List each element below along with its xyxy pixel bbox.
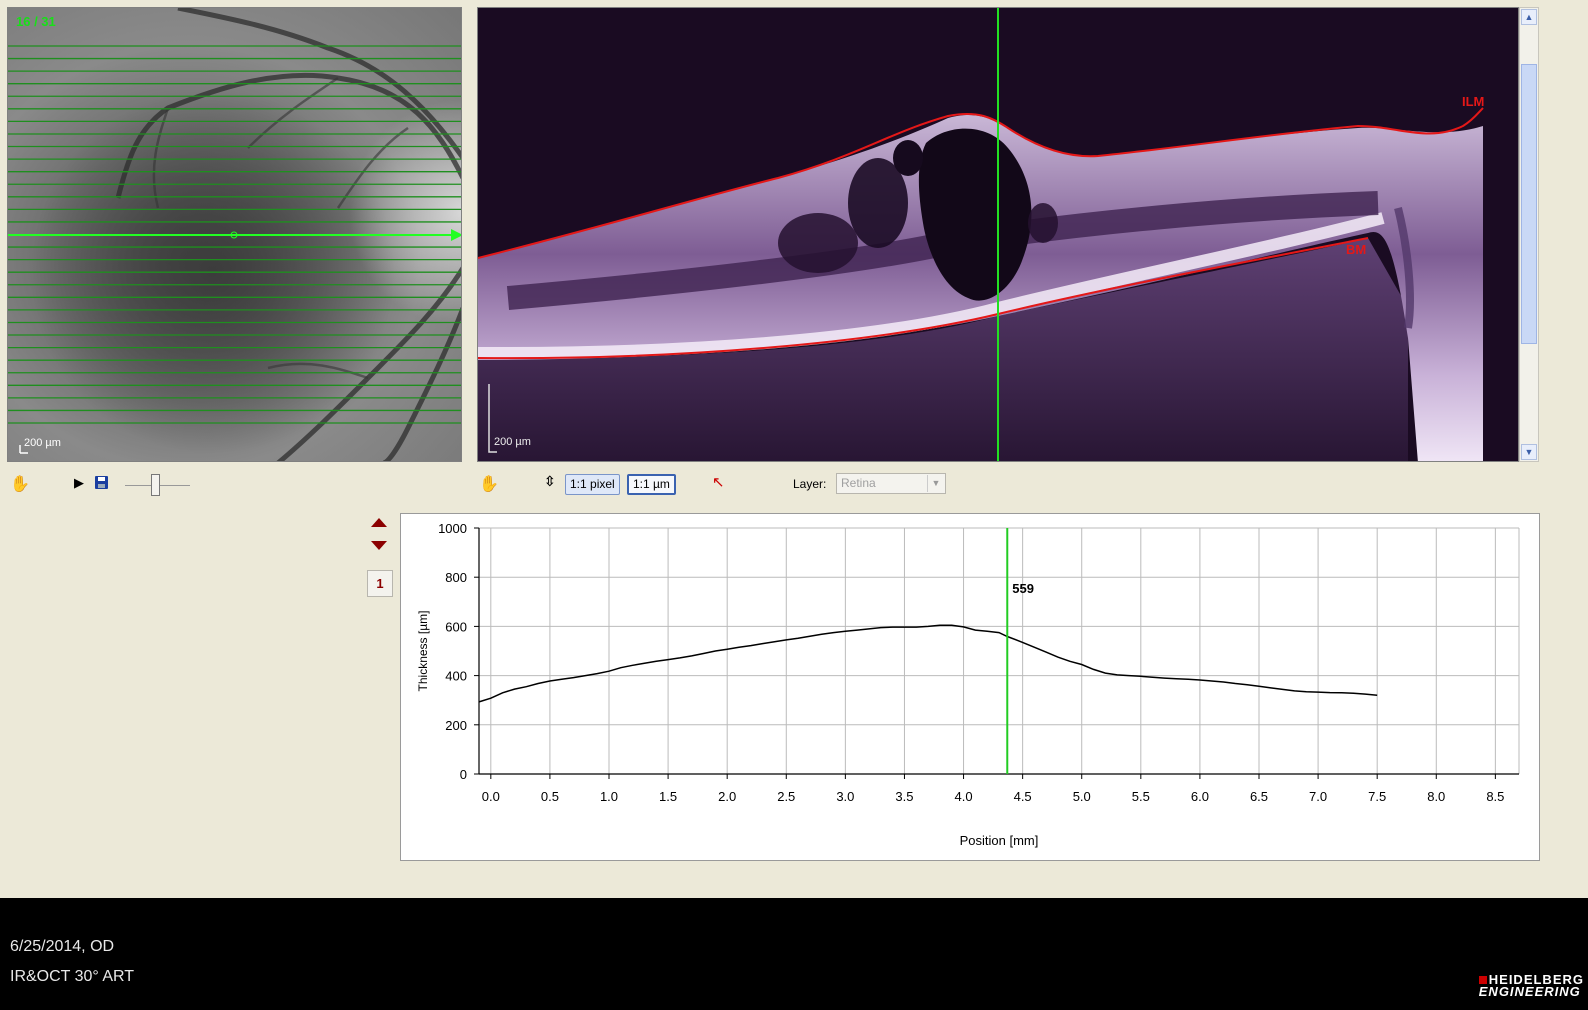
x-axis-label: Position [mm] — [960, 833, 1039, 848]
logo-mark-icon — [1478, 976, 1487, 984]
x-tick-label: 5.0 — [1073, 789, 1091, 804]
thickness-chart-svg: 0.0 0.5 1.0 1.5 2.0 2.5 3.0 3.5 4.0 4.5 5.0 5.5 6.0 6… — [416, 521, 1520, 848]
layer-select[interactable]: Retina ▼ — [836, 473, 946, 494]
x-tick-label: 1.0 — [600, 789, 618, 804]
one-to-one-micron-button[interactable]: 1:1 µm — [627, 474, 676, 495]
x-tick-label: 0.0 — [482, 789, 500, 804]
thickness-chart: 0.0 0.5 1.0 1.5 2.0 2.5 3.0 3.5 4.0 4.5 5.0 5.5 6.0 6… — [400, 513, 1540, 861]
playback-slider-thumb[interactable] — [151, 474, 160, 496]
exam-date-eye: 6/25/2014, OD — [10, 938, 115, 955]
x-tick-label: 7.5 — [1368, 789, 1386, 804]
x-tick-label: 4.5 — [1014, 789, 1032, 804]
y-tick-label: 800 — [445, 570, 467, 585]
y-tick-label: 1000 — [438, 521, 467, 536]
y-axis-label: Thickness [µm] — [416, 611, 430, 692]
page-number-box[interactable]: 1 — [367, 570, 393, 597]
fundus-overlay — [8, 8, 461, 461]
play-icon[interactable]: ▶ — [74, 475, 84, 491]
oct-bscan-image[interactable]: ILM BM 200 µm — [477, 7, 1519, 462]
exam-modality: IR&OCT 30° ART — [10, 968, 135, 985]
oct-overlay: ILM BM — [478, 8, 1484, 461]
layer-select-value: Retina — [841, 476, 876, 490]
x-tick-label: 8.5 — [1486, 789, 1504, 804]
y-tick-label: 0 — [460, 767, 467, 782]
thickness-series-line — [478, 624, 1378, 703]
x-tick-label: 6.0 — [1191, 789, 1209, 804]
fit-height-icon[interactable]: ⇳ — [544, 473, 556, 490]
fundus-scale-label: 200 µm — [24, 437, 61, 449]
oct-vertical-scrollbar[interactable]: ▲ ▼ — [1519, 7, 1539, 462]
y-tick-label: 200 — [445, 718, 467, 733]
one-to-one-pixel-button[interactable]: 1:1 pixel — [565, 474, 620, 495]
heidelberg-logo: HEIDELBERG ENGINEERING — [1478, 973, 1584, 999]
pan-hand-icon[interactable]: ✋ — [479, 474, 499, 494]
x-tick-label: 8.0 — [1427, 789, 1445, 804]
chart-ticks: 0.0 0.5 1.0 1.5 2.0 2.5 3.0 3.5 4.0 4.5 5.0 5.5 6.0 6… — [438, 521, 1519, 804]
move-down-icon[interactable] — [371, 541, 387, 550]
x-tick-label: 6.5 — [1250, 789, 1268, 804]
x-tick-label: 2.0 — [718, 789, 736, 804]
x-tick-label: 3.0 — [836, 789, 854, 804]
scroll-down-icon[interactable]: ▼ — [1521, 444, 1537, 460]
x-tick-label: 1.5 — [659, 789, 677, 804]
x-tick-label: 3.5 — [895, 789, 913, 804]
y-tick-label: 400 — [445, 669, 467, 684]
scrollbar-thumb[interactable] — [1521, 64, 1537, 344]
x-tick-label: 4.0 — [955, 789, 973, 804]
cursor-value-label: 559 — [1012, 581, 1034, 596]
x-tick-label: 2.5 — [777, 789, 795, 804]
chevron-down-icon: ▼ — [927, 475, 944, 492]
scan-counter: 16 / 31 — [16, 14, 56, 29]
x-tick-label: 5.5 — [1132, 789, 1150, 804]
footer-bar: 6/25/2014, OD IR&OCT 30° ART HEIDELBERG … — [0, 898, 1588, 1010]
bm-label: BM — [1346, 242, 1366, 257]
y-tick-label: 600 — [445, 619, 467, 634]
layer-label: Layer: — [793, 477, 827, 491]
oct-scale-label: 200 µm — [494, 436, 531, 448]
save-icon[interactable] — [95, 476, 108, 489]
logo-line-2: ENGINEERING — [1478, 984, 1581, 999]
x-tick-label: 0.5 — [541, 789, 559, 804]
segmentation-edit-icon[interactable]: ↖ — [712, 473, 725, 491]
chart-grid — [479, 527, 1520, 775]
fundus-ir-image[interactable]: 16 / 31 200 µm — [7, 7, 462, 462]
move-up-icon[interactable] — [371, 518, 387, 527]
x-tick-label: 7.0 — [1309, 789, 1327, 804]
ilm-label: ILM — [1462, 94, 1484, 109]
hand-tool-icon[interactable]: ✋ — [10, 474, 30, 494]
scroll-up-icon[interactable]: ▲ — [1521, 9, 1537, 25]
